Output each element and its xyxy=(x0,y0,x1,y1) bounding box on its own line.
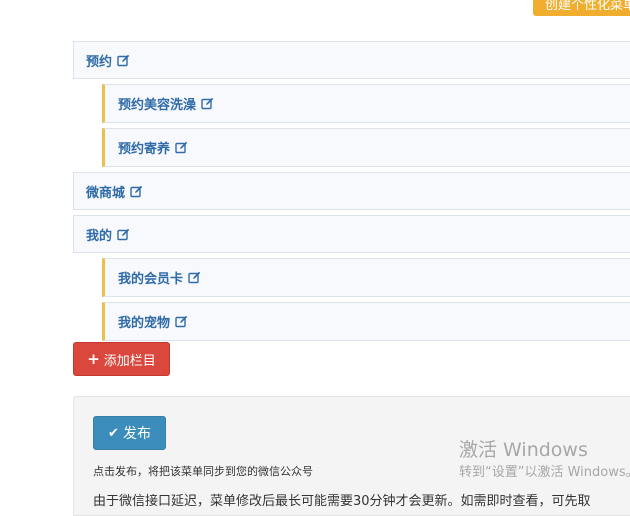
create-custom-menu-button[interactable]: 创建个性化菜单 xyxy=(533,0,630,16)
plus-icon: + xyxy=(87,350,100,368)
publish-hint: 点击发布，将把该菜单同步到您的微信公众号 xyxy=(93,465,313,478)
menu-item-label: 预约美容洗澡 xyxy=(118,98,197,113)
menu-item-label: 我的宠物 xyxy=(118,316,171,331)
menu-item-yuyue-meirong[interactable]: 预约美容洗澡 xyxy=(102,84,630,123)
watermark-title: 激活 Windows xyxy=(459,439,588,461)
menu-item-yuyue-jiyang[interactable]: 预约寄养 xyxy=(102,128,630,167)
menu-item-label: 微商城 xyxy=(86,185,126,201)
publish-delay-note: 由于微信接口延迟，菜单修改后最长可能需要30分钟才会更新。如需即时查看，可先取 xyxy=(93,494,591,509)
publish-button[interactable]: ✔ 发布 xyxy=(93,416,166,450)
add-menu-button[interactable]: + 添加栏目 xyxy=(73,342,170,376)
menu-item-label: 我的 xyxy=(86,228,113,244)
edit-icon[interactable] xyxy=(201,97,214,110)
publish-label: 发布 xyxy=(122,426,151,442)
edit-icon[interactable] xyxy=(188,271,201,284)
menu-list: 预约 预约美容洗澡 预约寄养 微商城 我的 我的会员卡 我的宠物 xyxy=(73,41,630,346)
edit-icon[interactable] xyxy=(175,315,188,328)
edit-icon[interactable] xyxy=(117,54,130,67)
menu-item-wode[interactable]: 我的 xyxy=(73,215,630,253)
menu-item-wode-chongwu[interactable]: 我的宠物 xyxy=(102,302,630,341)
watermark-subtitle: 转到“设置”以激活 Windows。 xyxy=(459,465,630,480)
menu-item-yuyue[interactable]: 预约 xyxy=(73,41,630,79)
edit-icon[interactable] xyxy=(130,185,143,198)
edit-icon[interactable] xyxy=(175,141,188,154)
menu-item-weishangcheng[interactable]: 微商城 xyxy=(73,172,630,210)
menu-item-label: 预约寄养 xyxy=(118,142,171,157)
add-menu-label: 添加栏目 xyxy=(103,353,156,369)
create-custom-menu-label: 创建个性化菜单 xyxy=(545,0,630,13)
check-icon: ✔ xyxy=(108,425,119,441)
edit-icon[interactable] xyxy=(117,228,130,241)
menu-item-label: 我的会员卡 xyxy=(118,272,184,287)
menu-item-label: 预约 xyxy=(86,54,113,70)
menu-item-wode-huiyuanka[interactable]: 我的会员卡 xyxy=(102,258,630,297)
activate-windows-watermark: 激活 Windows 转到“设置”以激活 Windows。 xyxy=(459,438,630,482)
